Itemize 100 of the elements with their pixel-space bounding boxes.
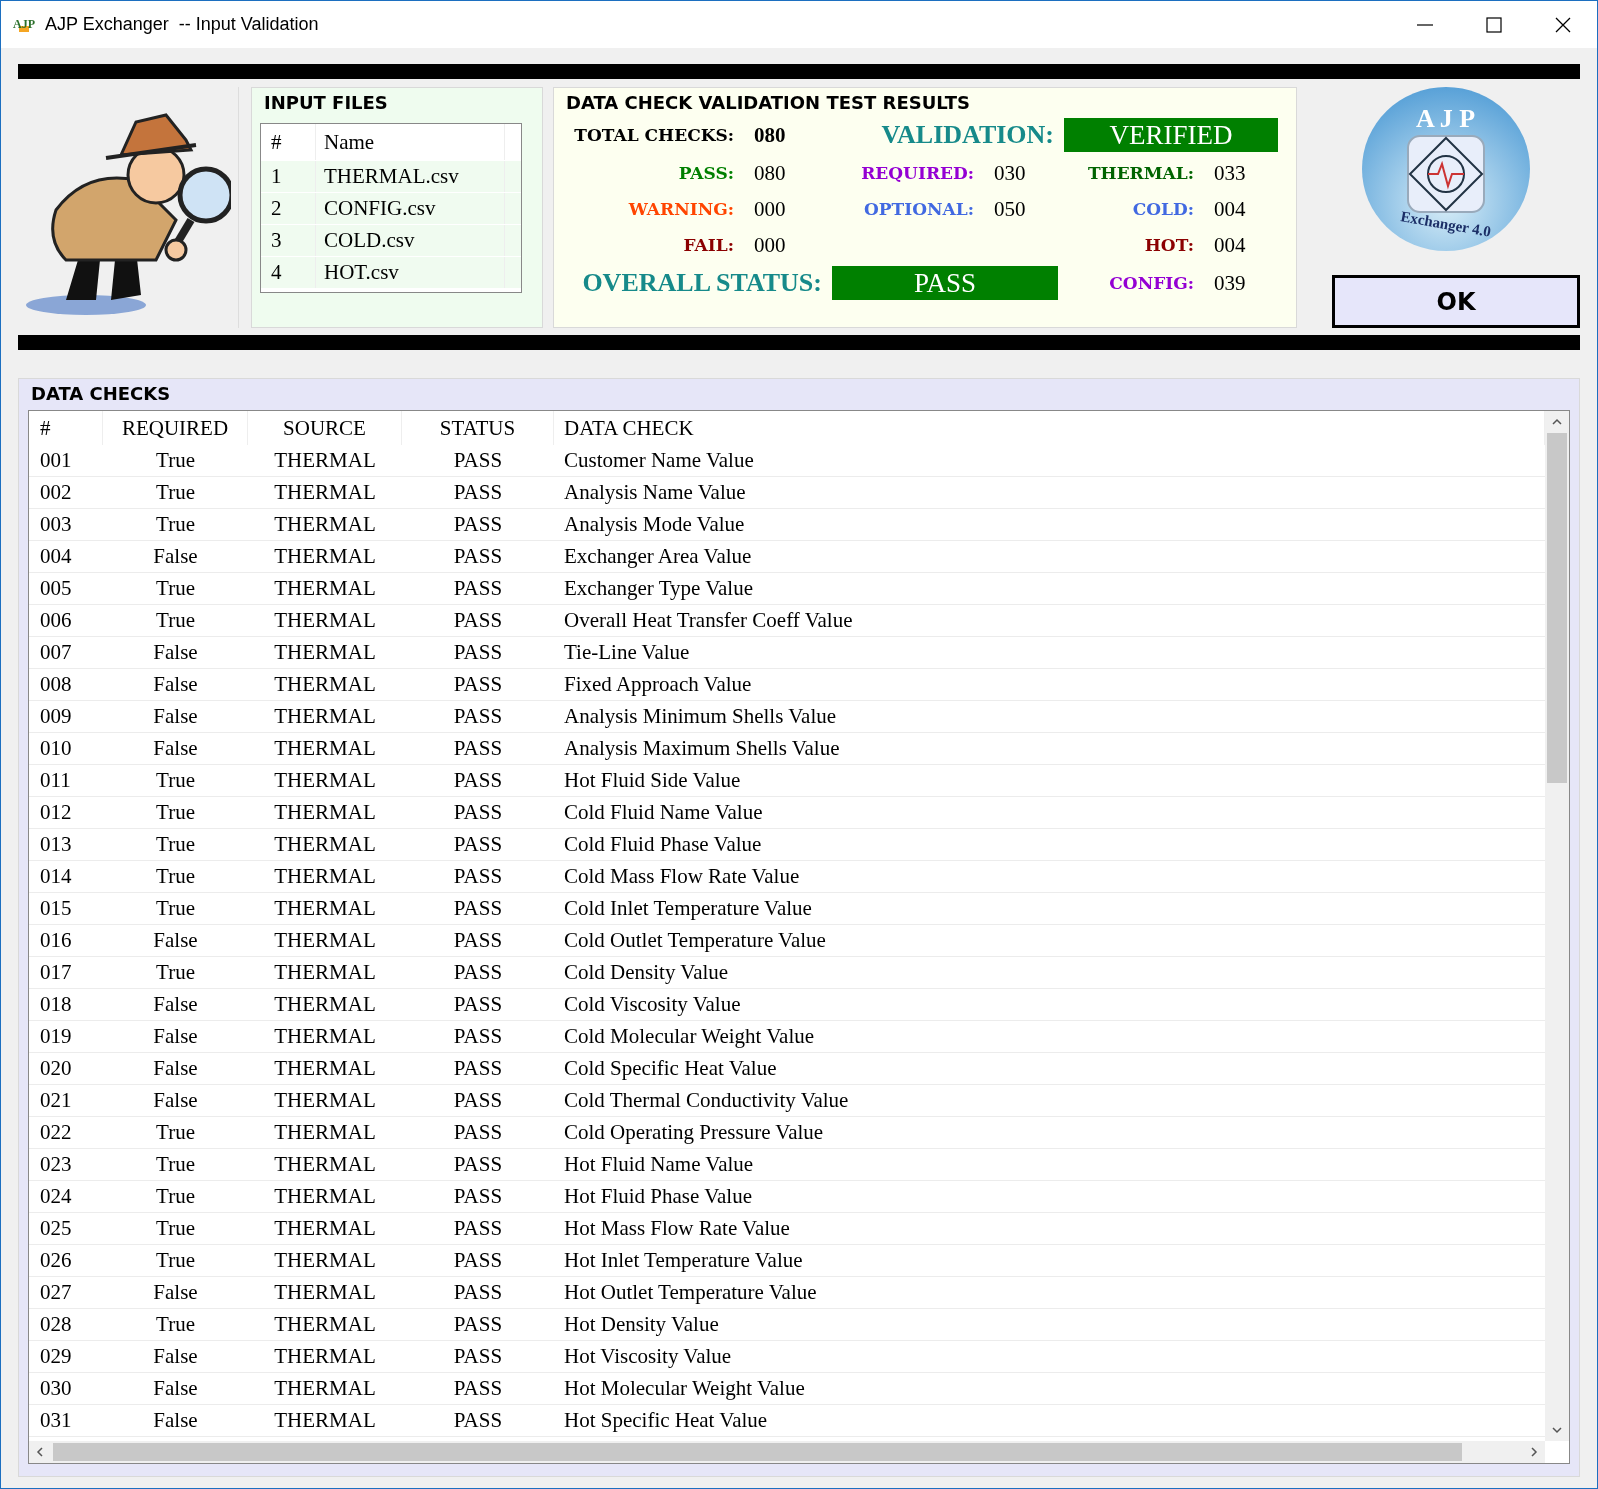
table-cell-text: True bbox=[155, 575, 196, 602]
table-cell-text: PASS bbox=[452, 767, 504, 794]
column-header[interactable]: REQUIRED bbox=[103, 411, 248, 445]
table-cell-text: Hot Mass Flow Rate Value bbox=[563, 1215, 791, 1242]
table-cell-text: THERMAL bbox=[273, 575, 377, 602]
table-cell-text: THERMAL bbox=[273, 1279, 377, 1306]
table-cell-text: PASS bbox=[452, 1247, 504, 1274]
table-cell-text: Exchanger Area Value bbox=[563, 543, 753, 570]
table-cell-text: PASS bbox=[452, 671, 504, 698]
table-cell-text: Hot Specific Heat Value bbox=[563, 1407, 769, 1434]
table-cell-text: 005 bbox=[39, 575, 73, 602]
table-cell-text: 009 bbox=[39, 703, 73, 730]
table-cell-text: Hot Viscosity Value bbox=[563, 1343, 733, 1370]
table-cell-text: PASS bbox=[452, 1279, 504, 1306]
table-cell-text: True bbox=[155, 1247, 196, 1274]
table-cell-text: THERMAL bbox=[273, 831, 377, 858]
stat-value: 004 bbox=[1213, 196, 1247, 222]
table-cell-text: THERMAL bbox=[273, 1183, 377, 1210]
scroll-right-icon bbox=[1529, 1446, 1539, 1458]
column-header[interactable]: # bbox=[29, 411, 103, 445]
scroll-thumb[interactable] bbox=[1547, 433, 1567, 783]
table-cell-text: True bbox=[155, 831, 196, 858]
maximize-icon bbox=[1485, 16, 1502, 33]
table-cell-text: False bbox=[152, 927, 199, 954]
group-title: DATA CHECK VALIDATION TEST RESULTS bbox=[565, 91, 971, 113]
table-cell-text: PASS bbox=[452, 639, 504, 666]
table-cell-text: 022 bbox=[39, 1119, 73, 1146]
table-cell-text: Cold Fluid Phase Value bbox=[563, 831, 763, 858]
stat-label: FAIL: bbox=[682, 235, 735, 255]
app-icon: AJP bbox=[13, 17, 35, 32]
table-cell-text: Cold Molecular Weight Value bbox=[563, 1023, 816, 1050]
table-cell-text: True bbox=[155, 447, 196, 474]
group-title: INPUT FILES bbox=[263, 91, 389, 113]
scroll-down-icon bbox=[1551, 1425, 1563, 1435]
vertical-scrollbar[interactable] bbox=[1545, 411, 1569, 1441]
stat-value: 039 bbox=[1213, 270, 1247, 296]
table-cell-text: PASS bbox=[452, 735, 504, 762]
table-cell-text: Cold Operating Pressure Value bbox=[563, 1119, 825, 1146]
table-cell-text: 006 bbox=[39, 607, 73, 634]
table-cell-text: 008 bbox=[39, 671, 73, 698]
table-cell-text: Hot Fluid Name Value bbox=[563, 1151, 755, 1178]
table-cell-text: False bbox=[152, 1055, 199, 1082]
stat-label: OPTIONAL: bbox=[863, 199, 975, 219]
table-cell-text: THERMAL bbox=[273, 991, 377, 1018]
table-cell-text: 018 bbox=[39, 991, 73, 1018]
table-cell-text: Hot Outlet Temperature Value bbox=[563, 1279, 818, 1306]
table-cell-text: PASS bbox=[452, 1407, 504, 1434]
table-cell-text: PASS bbox=[452, 1375, 504, 1402]
ok-button[interactable]: OK bbox=[1332, 275, 1580, 328]
table-cell-text: PASS bbox=[452, 1311, 504, 1338]
status-badge: VERIFIED bbox=[1064, 118, 1278, 152]
stat-value: 033 bbox=[1213, 160, 1247, 186]
table-cell-text: PASS bbox=[452, 799, 504, 826]
stat-label: HOT: bbox=[1143, 235, 1195, 255]
table-cell-text: 021 bbox=[39, 1087, 73, 1114]
table-cell-text: THERMAL bbox=[273, 1375, 377, 1402]
logo-subtitle: Exchanger 4.0 bbox=[1399, 207, 1492, 241]
table-cell-text: True bbox=[155, 1151, 196, 1178]
table-cell-text: THERMAL bbox=[273, 543, 377, 570]
table-cell-text: True bbox=[155, 895, 196, 922]
table-cell-text: False bbox=[152, 735, 199, 762]
table-cell-text: 031 bbox=[39, 1407, 73, 1434]
table-cell-text: THERMAL bbox=[273, 607, 377, 634]
table-cell-text: PASS bbox=[452, 895, 504, 922]
table-cell-text: Cold Viscosity Value bbox=[563, 991, 742, 1018]
close-icon bbox=[1554, 16, 1571, 33]
table-cell-text: False bbox=[152, 703, 199, 730]
table-cell-text: HOT.csv bbox=[323, 259, 400, 286]
table-cell: 1 bbox=[261, 161, 316, 192]
stat-value: 080 bbox=[753, 122, 787, 148]
table-cell-text: PASS bbox=[452, 1183, 504, 1210]
stat-label: CONFIG: bbox=[1108, 273, 1195, 293]
column-header[interactable]: Name bbox=[316, 124, 504, 160]
table-cell-text: Cold Specific Heat Value bbox=[563, 1055, 778, 1082]
table-cell-text: 014 bbox=[39, 863, 73, 890]
column-header[interactable]: SOURCE bbox=[248, 411, 402, 445]
column-header[interactable]: # bbox=[261, 124, 316, 160]
table-cell-text: Hot Density Value bbox=[563, 1311, 720, 1338]
table-cell-text: THERMAL bbox=[273, 447, 377, 474]
table-cell-text: 029 bbox=[39, 1343, 73, 1370]
table-cell-text: True bbox=[155, 863, 196, 890]
table-cell-text: THERMAL bbox=[273, 511, 377, 538]
table-cell-text: Analysis Maximum Shells Value bbox=[563, 735, 841, 762]
table-cell-text: THERMAL bbox=[273, 1407, 377, 1434]
table-cell-text: Hot Fluid Side Value bbox=[563, 767, 742, 794]
table-cell-text: False bbox=[152, 1087, 199, 1114]
table-cell-text: THERMAL bbox=[273, 1023, 377, 1050]
scroll-thumb[interactable] bbox=[53, 1443, 1463, 1461]
table-cell-text: 020 bbox=[39, 1055, 73, 1082]
table-cell-text: 027 bbox=[39, 1279, 73, 1306]
table-cell-text: THERMAL bbox=[273, 1055, 377, 1082]
column-header[interactable]: STATUS bbox=[402, 411, 554, 445]
horizontal-scrollbar[interactable] bbox=[29, 1441, 1545, 1463]
stat-label: OVERALL STATUS: bbox=[581, 268, 823, 298]
table-cell-text: False bbox=[152, 1375, 199, 1402]
table-cell-text: Analysis Name Value bbox=[563, 479, 747, 506]
table-cell-text: 023 bbox=[39, 1151, 73, 1178]
table-cell: 2 bbox=[261, 193, 316, 224]
table-cell-text: Overall Heat Transfer Coeff Value bbox=[563, 607, 854, 634]
window-title: AJP Exchanger -- Input Validation bbox=[45, 14, 319, 35]
